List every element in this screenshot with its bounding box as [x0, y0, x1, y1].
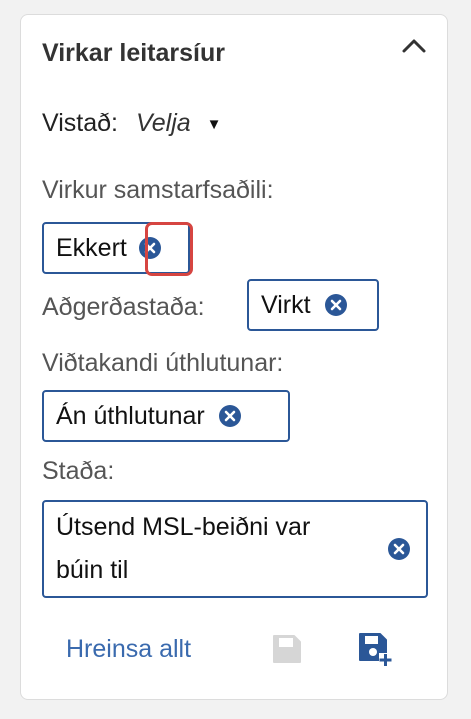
clear-all-link[interactable]: Hreinsa allt [66, 635, 191, 664]
filter-chip-action-status: Virkt [247, 279, 379, 331]
filter-label-partner: Virkur samstarfsaðili: [42, 176, 274, 204]
collapse-button[interactable] [397, 29, 431, 63]
save-icon[interactable] [271, 633, 303, 665]
filter-chip-text: Virkt [261, 290, 311, 319]
chevron-up-icon [402, 39, 426, 53]
filter-chip-text: Ekkert [56, 233, 127, 262]
panel-title: Virkar leitarsíur [42, 39, 225, 67]
remove-filter-icon[interactable] [217, 403, 243, 429]
remove-filter-icon[interactable] [323, 292, 349, 318]
active-filters-panel: Virkar leitarsíur Vistað: Velja ▼ Virkur… [20, 14, 448, 700]
filter-label-action-status: Aðgerðastaða: [42, 293, 205, 321]
remove-filter-icon[interactable] [386, 536, 412, 562]
saved-filters-row: Vistað: Velja ▼ [42, 109, 222, 138]
filter-chip-partner: Ekkert [42, 222, 190, 274]
filter-chip-text-line1: Útsend MSL-beiðni var [56, 513, 311, 541]
filter-label-status: Staða: [42, 457, 115, 485]
save-new-icon[interactable] [357, 631, 393, 667]
filter-label-assignee: Viðtakandi úthlutunar: [42, 349, 284, 377]
remove-filter-icon[interactable] [137, 235, 163, 261]
saved-filters-label: Vistað: [42, 109, 118, 137]
filter-chip-text-line2: búin til [56, 556, 129, 584]
filter-chip-assignee: Án úthlutunar [42, 390, 290, 442]
filter-chip-status: Útsend MSL-beiðni var búin til [42, 500, 428, 598]
caret-down-icon[interactable]: ▼ [207, 116, 222, 133]
saved-filters-dropdown[interactable]: Velja [136, 109, 191, 138]
panel-footer: Hreinsa allt [21, 627, 447, 677]
filter-chip-text: Án úthlutunar [56, 401, 205, 430]
filter-chip-text: Útsend MSL-beiðni var búin til [56, 506, 386, 592]
